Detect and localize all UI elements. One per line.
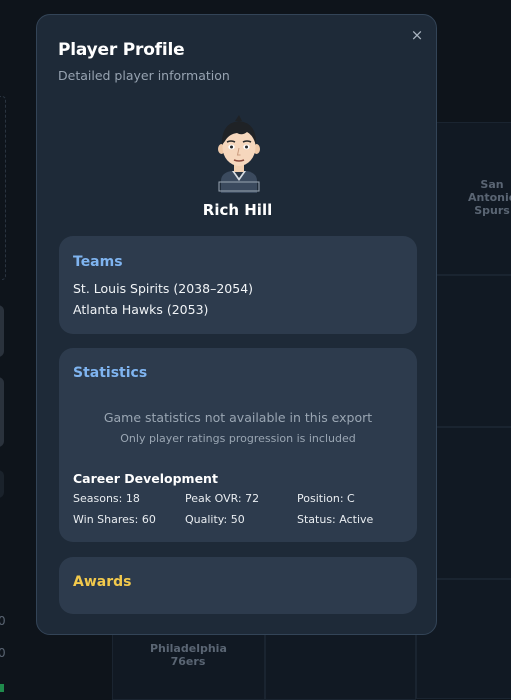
career-development-heading: Career Development xyxy=(73,471,218,486)
bg-control xyxy=(0,377,4,447)
teams-card: Teams St. Louis Spirits (2038–2054) Atla… xyxy=(59,236,417,334)
close-icon[interactable]: × xyxy=(409,27,425,43)
bg-number: 0 xyxy=(0,614,6,628)
bg-control xyxy=(0,305,4,357)
stats-note: Only player ratings progression is inclu… xyxy=(120,432,356,445)
modal-title: Player Profile xyxy=(58,40,185,60)
bg-control xyxy=(0,470,4,498)
bg-team-label: Philadelphia 76ers xyxy=(150,642,227,668)
teams-heading: Teams xyxy=(73,254,123,270)
stat-status: Status: Active xyxy=(297,513,374,526)
player-name: Rich Hill xyxy=(202,201,273,219)
modal-subtitle: Detailed player information xyxy=(58,68,230,83)
stat-quality: Quality: 50 xyxy=(185,513,245,526)
team-item: St. Louis Spirits (2038–2054) xyxy=(73,281,254,296)
stats-unavailable-message: Game statistics not available in this ex… xyxy=(103,410,373,425)
bg-number: 0 xyxy=(0,646,6,660)
bg-dashed-panel xyxy=(0,96,6,280)
statistics-card: Statistics Game statistics not available… xyxy=(59,348,417,542)
stat-peak-ovr: Peak OVR: 72 xyxy=(185,492,260,505)
player-profile-modal: × Player Profile Detailed player informa… xyxy=(36,14,437,635)
awards-heading: Awards xyxy=(73,574,132,590)
awards-card: Awards xyxy=(59,557,417,614)
stat-win-shares: Win Shares: 60 xyxy=(73,513,156,526)
bg-indicator xyxy=(0,684,4,692)
team-item: Atlanta Hawks (2053) xyxy=(73,302,209,317)
statistics-heading: Statistics xyxy=(73,365,148,381)
player-avatar xyxy=(218,115,260,193)
stat-seasons: Seasons: 18 xyxy=(73,492,140,505)
bg-team-label: San Antonio Spurs xyxy=(468,178,511,217)
stat-position: Position: C xyxy=(297,492,355,505)
